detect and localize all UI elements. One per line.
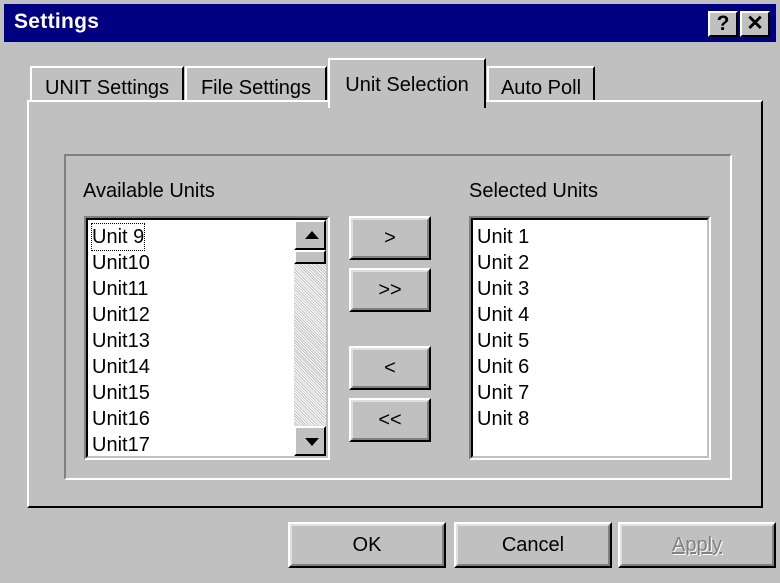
scroll-down-button[interactable] <box>294 426 326 456</box>
list-item[interactable]: Unit 3 <box>477 276 529 302</box>
list-item[interactable]: Unit 9 <box>90 223 146 251</box>
apply-button[interactable]: Apply <box>618 522 776 568</box>
list-item[interactable]: Unit 2 <box>477 250 529 276</box>
list-item[interactable]: Unit11 <box>92 276 148 302</box>
selected-units-list[interactable]: Unit 1 Unit 2 Unit 3 Unit 4 Unit 5 Unit … <box>469 216 711 460</box>
settings-dialog: Settings ? ✕ UNIT Settings File Settings… <box>0 0 780 583</box>
list-item[interactable]: Unit 6 <box>477 354 529 380</box>
list-item[interactable]: Unit17 <box>92 432 150 458</box>
remove-unit-label: < <box>384 357 396 379</box>
list-item[interactable]: Unit10 <box>92 250 150 276</box>
tab-panel: Available Units Selected Units Unit 9 Un… <box>27 100 763 508</box>
list-item[interactable]: Unit 7 <box>477 380 529 406</box>
available-units-label: Available Units <box>83 180 215 202</box>
window-title: Settings <box>14 10 100 33</box>
remove-all-units-button[interactable]: << <box>349 398 431 442</box>
arrow-down-icon <box>305 438 319 446</box>
list-item[interactable]: Unit 8 <box>477 406 529 432</box>
add-all-units-button[interactable]: >> <box>349 268 431 312</box>
selected-units-label: Selected Units <box>469 180 598 202</box>
add-all-units-label: >> <box>378 279 402 301</box>
available-units-scrollbar[interactable] <box>294 220 326 456</box>
scroll-up-button[interactable] <box>294 220 326 250</box>
help-button[interactable]: ? <box>708 11 738 37</box>
scroll-thumb[interactable] <box>294 250 326 264</box>
ok-button[interactable]: OK <box>288 522 446 568</box>
ok-label: OK <box>352 534 382 556</box>
list-item[interactable]: Unit12 <box>92 302 150 328</box>
apply-label: Apply <box>671 534 723 556</box>
remove-unit-button[interactable]: < <box>349 346 431 390</box>
title-bar[interactable]: Settings ? ✕ <box>4 4 776 42</box>
list-item[interactable]: Unit 1 <box>477 224 529 250</box>
list-item[interactable]: Unit15 <box>92 380 150 406</box>
list-item[interactable]: Unit16 <box>92 406 150 432</box>
close-button[interactable]: ✕ <box>740 11 770 37</box>
add-unit-button[interactable]: > <box>349 216 431 260</box>
list-item[interactable]: Unit 5 <box>477 328 529 354</box>
list-item[interactable]: Unit14 <box>92 354 150 380</box>
cancel-label: Cancel <box>501 534 565 556</box>
remove-all-units-label: << <box>378 409 402 431</box>
list-item[interactable]: Unit 4 <box>477 302 529 328</box>
arrow-up-icon <box>305 231 319 239</box>
list-item[interactable]: Unit13 <box>92 328 150 354</box>
add-unit-label: > <box>384 227 396 249</box>
cancel-button[interactable]: Cancel <box>454 522 612 568</box>
available-units-list[interactable]: Unit 9 Unit10 Unit11 Unit12 Unit13 Unit1… <box>84 216 330 460</box>
tab-unit-selection[interactable]: Unit Selection <box>328 58 486 108</box>
